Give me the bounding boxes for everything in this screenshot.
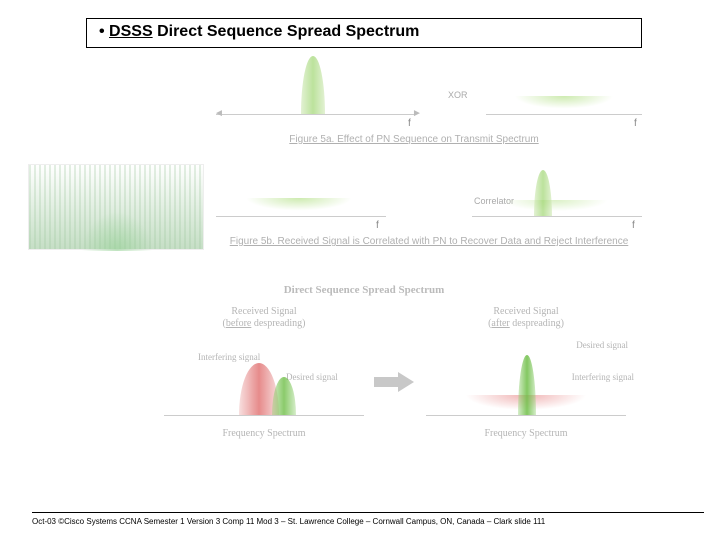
slide-footer: Oct-03 ©Cisco Systems CCNA Semester 1 Ve… xyxy=(32,512,704,526)
before-rest: despreading) xyxy=(251,318,305,329)
after-panel-body: Desired signal Interfering signal xyxy=(426,336,626,426)
ds-header: Direct Sequence Spread Spectrum xyxy=(86,284,642,296)
before-title-line1: Received Signal xyxy=(231,306,296,317)
after-under: after xyxy=(491,318,509,329)
desired-label-right: Desired signal xyxy=(576,340,628,350)
big-arrow-icon xyxy=(374,372,414,392)
interfering-label-left: Interfering signal xyxy=(198,352,260,362)
rx-spread-lobe xyxy=(224,198,374,216)
title-acronym: DSSS xyxy=(109,23,153,40)
figure-5b: f Correlator f Figure 5b. Received Signa… xyxy=(216,170,642,260)
interfering-label-right: Interfering signal xyxy=(572,372,634,382)
axis-5b-left xyxy=(216,216,386,217)
axis-before xyxy=(164,415,364,416)
figure-5a: ◄ ► f XOR f Figure 5a. Effect of PN Sequ… xyxy=(86,56,642,146)
before-despreading-panel: Received Signal (before despreading) Int… xyxy=(164,306,364,439)
tx-spread-lobe xyxy=(494,96,634,114)
title-box: • DSSS Direct Sequence Spread Spectrum xyxy=(86,18,642,48)
rx-narrow-peak xyxy=(534,170,552,216)
before-panel-body: Interfering signal Desired signal xyxy=(164,336,364,426)
f-label-5b-left: f xyxy=(376,220,379,231)
spectrum-photo xyxy=(28,164,204,250)
freq-spectrum-label-left: Frequency Spectrum xyxy=(164,428,364,439)
axis-after xyxy=(426,415,626,416)
after-title-line1: Received Signal xyxy=(493,306,558,317)
f-label-5a-right: f xyxy=(634,118,637,129)
arrow-left-icon: ◄ xyxy=(214,108,224,119)
after-title: Received Signal (after despreading) xyxy=(426,306,626,330)
tx-narrow-peak xyxy=(301,56,325,114)
desired-label-left: Desired signal xyxy=(286,372,338,382)
figure-area: ◄ ► f XOR f Figure 5a. Effect of PN Sequ… xyxy=(86,48,642,488)
axis-5a-right xyxy=(486,114,642,115)
f-label-5a-left: f xyxy=(408,118,411,129)
before-under: before xyxy=(226,318,252,329)
rx-spread-residual xyxy=(480,200,630,216)
figure-5b-caption: Figure 5b. Received Signal is Correlated… xyxy=(216,236,642,247)
title-text: • DSSS Direct Sequence Spread Spectrum xyxy=(99,23,419,40)
desired-hump-right xyxy=(518,355,536,415)
f-label-5b-right: f xyxy=(632,220,635,231)
desired-hump-left xyxy=(272,377,296,415)
before-title: Received Signal (before despreading) xyxy=(164,306,364,330)
title-rest: Direct Sequence Spread Spectrum xyxy=(153,23,420,40)
xor-label: XOR xyxy=(448,90,468,100)
after-despreading-panel: Received Signal (after despreading) Desi… xyxy=(426,306,626,439)
figure-5a-caption: Figure 5a. Effect of PN Sequence on Tran… xyxy=(204,134,624,145)
axis-5b-right xyxy=(472,216,642,217)
after-rest: despreading) xyxy=(510,318,564,329)
arrow-right-icon: ► xyxy=(412,108,422,119)
axis-5a-left xyxy=(216,114,416,115)
spectrum-hump xyxy=(67,195,167,251)
bullet: • xyxy=(99,23,109,40)
freq-spectrum-label-right: Frequency Spectrum xyxy=(426,428,626,439)
